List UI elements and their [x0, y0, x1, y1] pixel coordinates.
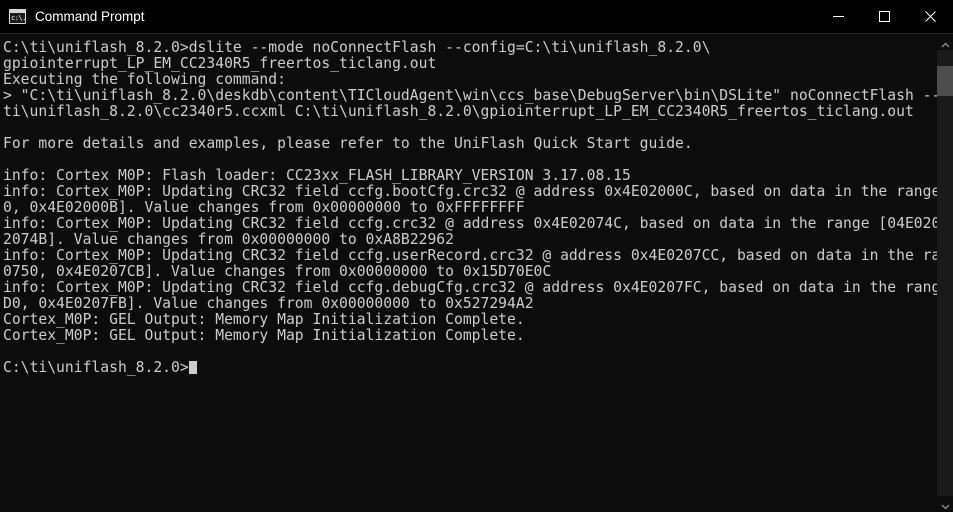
minimize-button[interactable] — [815, 0, 861, 33]
window-title: Command Prompt — [35, 9, 145, 24]
command-prompt-icon: c:\. — [9, 9, 26, 24]
scroll-up-button[interactable] — [937, 34, 953, 50]
icon-prompt-glyph: c:\. — [11, 14, 26, 22]
close-button[interactable] — [907, 0, 953, 33]
terminal-line: C:\ti\uniflash_8.2.0> — [3, 360, 937, 376]
terminal-line: info: Cortex_M0P: Updating CRC32 field c… — [3, 247, 937, 264]
chevron-up-icon — [941, 34, 950, 52]
scrollbar-track[interactable] — [937, 50, 953, 496]
scroll-down-button[interactable] — [937, 496, 953, 512]
terminal-line: info: Cortex M0P: Flash loader: CC23xx_F… — [3, 167, 631, 184]
chevron-down-icon — [941, 495, 950, 512]
icon-titlebar-stripe — [10, 10, 25, 13]
minimize-icon — [832, 11, 844, 22]
command-prompt-window: c:\. Command Prompt C:\ti\uniflash_8.2.0… — [0, 0, 953, 512]
maximize-icon — [878, 11, 890, 22]
maximize-button[interactable] — [861, 0, 907, 33]
terminal-line: 0, 0x4E02000B]. Value changes from 0x000… — [3, 199, 525, 216]
terminal-line: ti\uniflash_8.2.0\cc2340r5.ccxml C:\ti\u… — [3, 103, 914, 120]
window-controls — [815, 0, 953, 33]
terminal-line: info: Cortex_M0P: Updating CRC32 field c… — [3, 215, 937, 232]
vertical-scrollbar[interactable] — [937, 34, 953, 512]
terminal-line: Cortex_M0P: GEL Output: Memory Map Initi… — [3, 311, 525, 328]
scrollbar-thumb[interactable] — [937, 66, 953, 96]
terminal-line: For more details and examples, please re… — [3, 135, 693, 152]
terminal-line: info: Cortex_M0P: Updating CRC32 field c… — [3, 183, 937, 200]
text-cursor — [188, 361, 197, 374]
terminal-line: C:\ti\uniflash_8.2.0>dslite --mode noCon… — [3, 39, 711, 56]
terminal-line: > "C:\ti\uniflash_8.2.0\deskdb\content\T… — [3, 87, 937, 104]
title-bar[interactable]: c:\. Command Prompt — [0, 0, 953, 34]
terminal-body: C:\ti\uniflash_8.2.0>dslite --mode noCon… — [0, 34, 953, 512]
terminal-line: 0750, 0x4E0207CB]. Value changes from 0x… — [3, 263, 552, 280]
terminal-line: gpiointerrupt_LP_EM_CC2340R5_freertos_ti… — [3, 55, 437, 72]
close-icon — [924, 11, 936, 22]
terminal-line: Executing the following command: — [3, 71, 286, 88]
terminal-output[interactable]: C:\ti\uniflash_8.2.0>dslite --mode noCon… — [0, 34, 937, 512]
terminal-line: Cortex_M0P: GEL Output: Memory Map Initi… — [3, 327, 525, 344]
terminal-line: 2074B]. Value changes from 0x00000000 to… — [3, 231, 454, 248]
title-bar-left: c:\. Command Prompt — [0, 0, 145, 33]
terminal-line: info: Cortex_M0P: Updating CRC32 field c… — [3, 279, 937, 296]
terminal-line: D0, 0x4E0207FB]. Value changes from 0x00… — [3, 295, 534, 312]
